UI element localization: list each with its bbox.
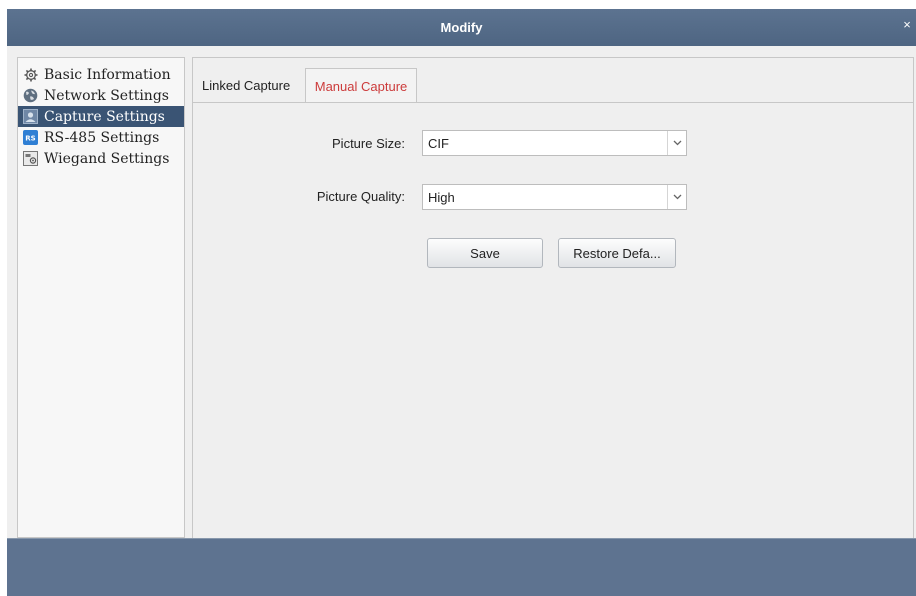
- sidebar-item-rs-485-settings[interactable]: RS RS-485 Settings: [18, 127, 184, 148]
- chevron-down-icon[interactable]: [667, 185, 686, 209]
- svg-text:RS: RS: [25, 135, 35, 143]
- picture-quality-select[interactable]: High: [422, 184, 687, 210]
- picture-quality-value: High: [428, 189, 455, 205]
- capture-settings-panel: Linked Capture Manual Capture Picture Si…: [192, 57, 914, 541]
- sidebar-item-network-settings[interactable]: Network Settings: [18, 85, 184, 106]
- tab-linked-capture[interactable]: Linked Capture: [196, 70, 296, 100]
- picture-size-value: CIF: [428, 135, 449, 151]
- tab-divider: [193, 102, 913, 103]
- restore-defaults-button[interactable]: Restore Defa...: [558, 238, 676, 268]
- sidebar-item-label: Network Settings: [44, 87, 169, 104]
- rs-badge-icon: RS: [23, 130, 38, 145]
- sidebar-item-label: Basic Information: [44, 66, 171, 83]
- close-button[interactable]: ×: [900, 18, 914, 32]
- globe-icon: [23, 88, 38, 103]
- picture-size-label: Picture Size:: [332, 136, 405, 151]
- tab-manual-capture[interactable]: Manual Capture: [305, 68, 417, 103]
- tab-bar: Linked Capture Manual Capture: [193, 58, 913, 103]
- sidebar-item-basic-information[interactable]: Basic Information: [18, 64, 184, 85]
- picture-quality-label: Picture Quality:: [316, 189, 405, 204]
- gear-icon: [23, 67, 38, 82]
- camera-icon: [23, 109, 38, 124]
- dialog-title: Modify: [440, 20, 483, 35]
- dialog-footer: [7, 538, 916, 596]
- sidebar-item-label: Wiegand Settings: [44, 150, 170, 167]
- save-button[interactable]: Save: [427, 238, 543, 268]
- chevron-down-icon[interactable]: [667, 131, 686, 155]
- wiegand-icon: [23, 151, 38, 166]
- title-bar: Modify ×: [7, 9, 916, 46]
- modify-dialog: Modify × Basic Information Network Setti…: [7, 9, 916, 596]
- sidebar-item-label: RS-485 Settings: [44, 129, 160, 146]
- sidebar-item-wiegand-settings[interactable]: Wiegand Settings: [18, 148, 184, 169]
- picture-size-select[interactable]: CIF: [422, 130, 687, 156]
- sidebar-item-label: Capture Settings: [44, 108, 165, 125]
- sidebar-item-capture-settings[interactable]: Capture Settings: [18, 106, 184, 127]
- settings-sidebar: Basic Information Network Settings Captu…: [17, 57, 185, 538]
